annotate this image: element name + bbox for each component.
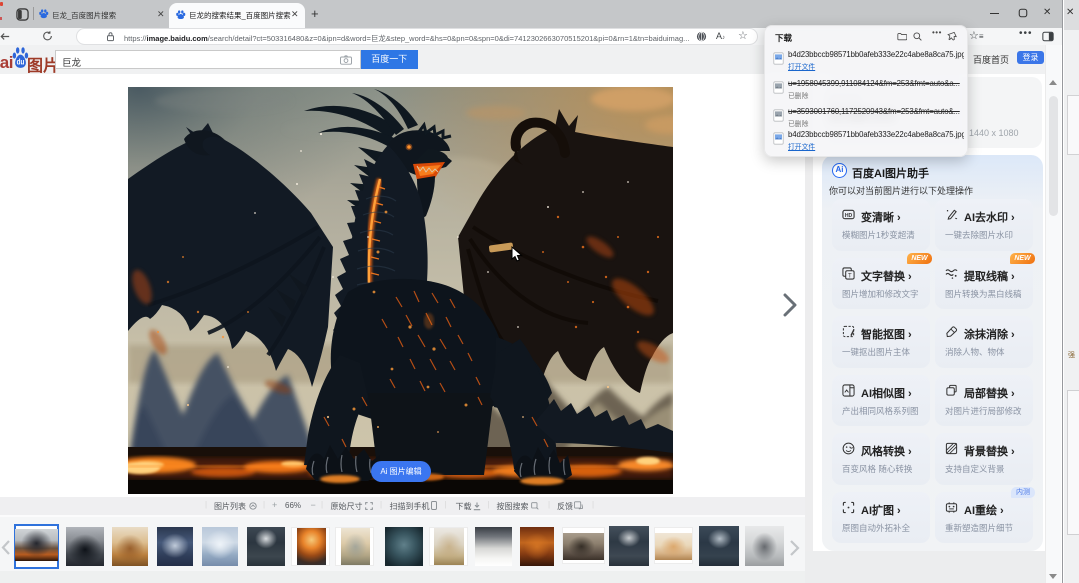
svg-text:du: du [17, 57, 25, 67]
svg-text:T: T [848, 273, 852, 279]
svg-text:HD: HD [845, 213, 853, 219]
